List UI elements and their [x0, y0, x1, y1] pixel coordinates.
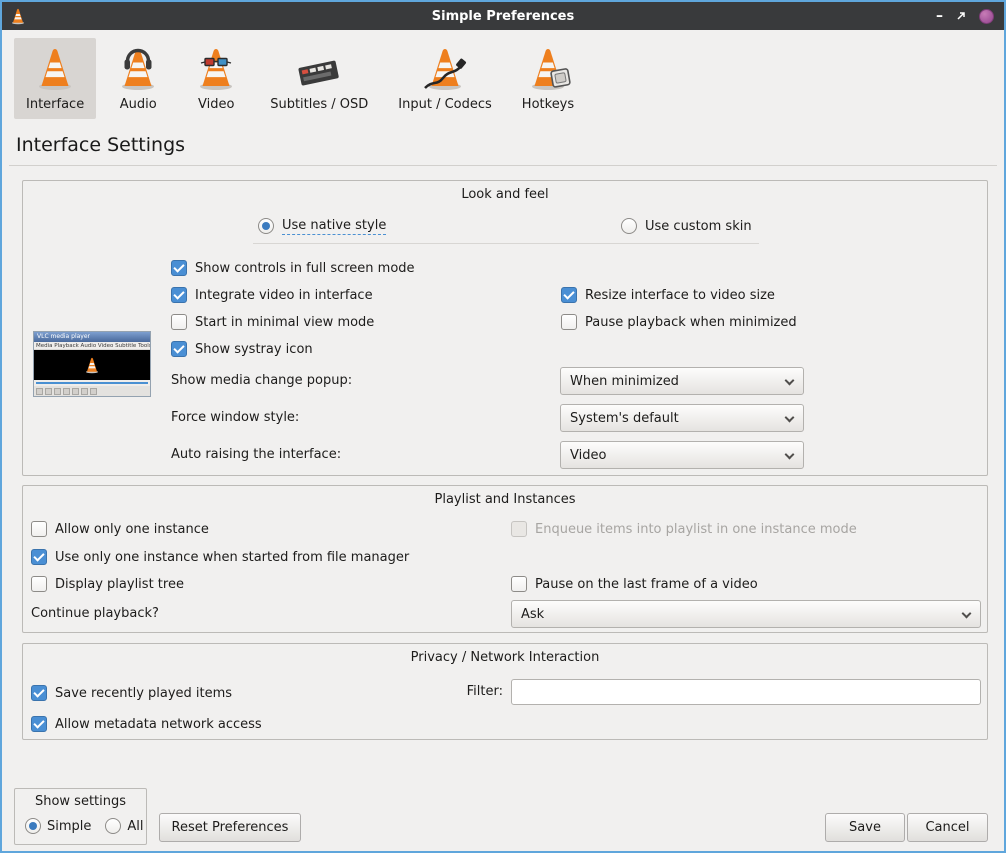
show-settings-title: Show settings — [15, 794, 146, 809]
checkbox-indicator — [31, 576, 47, 592]
tab-label: Audio — [120, 97, 157, 112]
checkbox-integrate-video[interactable]: Integrate video in interface — [171, 286, 373, 304]
close-button[interactable] — [979, 9, 994, 24]
radio-indicator — [258, 218, 274, 234]
tab-label: Subtitles / OSD — [270, 97, 368, 112]
checkbox-indicator — [31, 521, 47, 537]
window-title: Simple Preferences — [2, 9, 1004, 24]
radio-indicator — [25, 818, 41, 834]
label-filter: Filter: — [423, 678, 503, 706]
preview-controls — [34, 386, 150, 396]
video-glasses-icon — [192, 44, 240, 92]
subtitles-clapper-icon — [295, 44, 343, 92]
titlebar: Simple Preferences – — [2, 2, 1004, 30]
cancel-button[interactable]: Cancel — [907, 813, 988, 842]
radio-indicator — [105, 818, 121, 834]
select-continue-playback[interactable]: Ask — [511, 600, 981, 628]
label-media-change-popup: Show media change popup: — [171, 367, 352, 395]
audio-headphones-icon — [114, 44, 162, 92]
group-privacy-network: Privacy / Network Interaction Save recen… — [22, 643, 988, 740]
restore-button[interactable] — [955, 10, 967, 22]
preview-cone-icon — [83, 356, 101, 374]
checkbox-indicator — [511, 521, 527, 537]
chevron-down-icon — [962, 609, 972, 619]
select-auto-raising[interactable]: Video — [560, 441, 804, 469]
tab-audio[interactable]: Audio — [102, 38, 174, 119]
checkbox-pause-last-frame[interactable]: Pause on the last frame of a video — [511, 575, 758, 593]
group-title: Privacy / Network Interaction — [23, 650, 987, 665]
checkbox-indicator — [171, 287, 187, 303]
group-playlist-instances: Playlist and Instances Allow only one in… — [22, 485, 988, 633]
minimize-button[interactable]: – — [936, 9, 943, 23]
interface-preview-thumbnail: VLC media player Media Playback Audio Vi… — [33, 331, 151, 397]
tab-video[interactable]: Video — [180, 38, 252, 119]
checkbox-show-controls-fullscreen[interactable]: Show controls in full screen mode — [171, 259, 415, 277]
checkbox-indicator — [561, 287, 577, 303]
checkbox-indicator — [171, 260, 187, 276]
preview-menubar: Media Playback Audio Video Subtitle Tool… — [34, 342, 150, 350]
save-button[interactable]: Save — [825, 813, 905, 842]
checkbox-indicator — [511, 576, 527, 592]
checkbox-allow-one-instance[interactable]: Allow only one instance — [31, 520, 209, 538]
checkbox-indicator — [561, 314, 577, 330]
checkbox-indicator — [31, 685, 47, 701]
reset-preferences-button[interactable]: Reset Preferences — [159, 813, 301, 842]
checkbox-show-systray-icon[interactable]: Show systray icon — [171, 340, 313, 358]
checkbox-resize-interface[interactable]: Resize interface to video size — [561, 286, 775, 304]
radio-settings-simple[interactable]: Simple — [25, 817, 91, 835]
heading-divider — [9, 165, 997, 166]
vlc-cone-icon — [9, 7, 27, 25]
group-title: Playlist and Instances — [23, 492, 987, 507]
checkbox-one-instance-file-manager[interactable]: Use only one instance when started from … — [31, 548, 409, 566]
group-title: Look and feel — [23, 187, 987, 202]
input-codecs-cable-icon — [421, 44, 469, 92]
preview-video-area — [34, 350, 150, 380]
filter-input[interactable] — [511, 679, 981, 705]
checkbox-allow-metadata-network[interactable]: Allow metadata network access — [31, 715, 262, 733]
checkbox-start-minimal-view[interactable]: Start in minimal view mode — [171, 313, 374, 331]
radio-settings-all[interactable]: All — [105, 817, 143, 835]
tab-interface[interactable]: Interface — [14, 38, 96, 119]
chevron-down-icon — [785, 450, 795, 460]
radio-indicator — [621, 218, 637, 234]
checkbox-save-recently-played[interactable]: Save recently played items — [31, 684, 232, 702]
preferences-toolbar: Interface Audio Video — [2, 30, 1004, 123]
preview-titlebar: VLC media player — [34, 332, 150, 342]
radio-row-divider — [253, 243, 759, 244]
checkbox-pause-when-minimized[interactable]: Pause playback when minimized — [561, 313, 797, 331]
checkbox-indicator — [171, 341, 187, 357]
chevron-down-icon — [785, 376, 795, 386]
tab-label: Interface — [26, 97, 84, 112]
checkbox-enqueue-one-instance: Enqueue items into playlist in one insta… — [511, 520, 857, 538]
interface-cone-icon — [31, 44, 79, 92]
tab-subtitles-osd[interactable]: Subtitles / OSD — [258, 38, 380, 119]
checkbox-display-playlist-tree[interactable]: Display playlist tree — [31, 575, 184, 593]
simple-preferences-window: Simple Preferences – Interface Audio — [0, 0, 1006, 853]
group-look-and-feel: Look and feel Use native style Use custo… — [22, 180, 988, 476]
checkbox-indicator — [31, 549, 47, 565]
checkbox-indicator — [171, 314, 187, 330]
show-settings-group: Show settings Simple All — [14, 788, 147, 845]
tab-label: Input / Codecs — [398, 97, 492, 112]
tab-label: Hotkeys — [522, 97, 574, 112]
tab-label: Video — [198, 97, 234, 112]
hotkeys-keycap-icon — [524, 44, 572, 92]
label-auto-raising: Auto raising the interface: — [171, 441, 341, 469]
select-media-change-popup[interactable]: When minimized — [560, 367, 804, 395]
tab-input-codecs[interactable]: Input / Codecs — [386, 38, 504, 119]
page-title: Interface Settings — [16, 134, 1004, 156]
tab-hotkeys[interactable]: Hotkeys — [510, 38, 586, 119]
radio-use-custom-skin[interactable]: Use custom skin — [621, 217, 752, 235]
radio-use-native-style[interactable]: Use native style — [258, 217, 386, 235]
label-force-window-style: Force window style: — [171, 404, 299, 432]
label-continue-playback: Continue playback? — [31, 600, 159, 628]
select-force-window-style[interactable]: System's default — [560, 404, 804, 432]
chevron-down-icon — [785, 413, 795, 423]
checkbox-indicator — [31, 716, 47, 732]
